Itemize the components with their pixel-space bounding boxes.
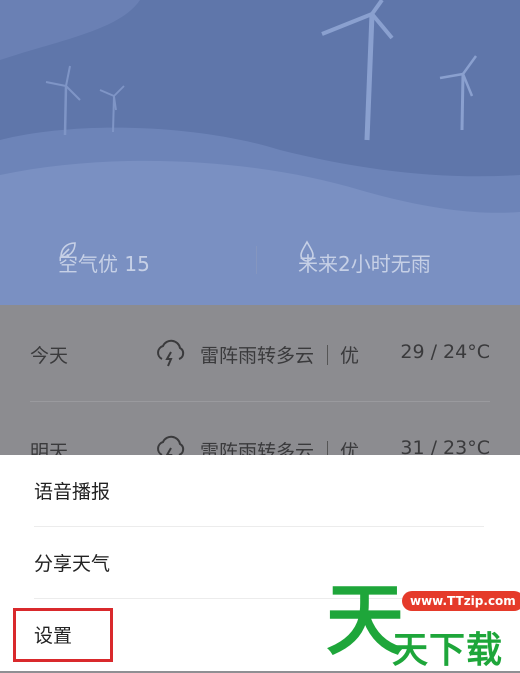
- forecast-day: 今天: [30, 345, 69, 367]
- raindrop-icon: [300, 240, 314, 262]
- forecast-row-today[interactable]: 今天 雷阵雨转多云 优 29 / 24°C: [30, 319, 490, 389]
- weather-hero: 空气优 15 未来2小时无雨: [0, 0, 520, 305]
- leaf-icon: [60, 242, 76, 258]
- settings-highlight-box: [13, 608, 113, 662]
- air-quality[interactable]: 空气优 15: [58, 240, 150, 284]
- menu-item-label: 语音播报: [34, 480, 111, 503]
- rain-forecast-label: 未来2小时无雨: [298, 251, 431, 276]
- condition-divider: [327, 345, 328, 365]
- watermark-url-badge: www.TTzip.com: [402, 591, 520, 611]
- site-watermark: 天 www.TTzip.com 天下载: [318, 575, 520, 671]
- menu-item-voice-broadcast[interactable]: 语音播报: [34, 455, 484, 525]
- forecast-condition: 雷阵雨转多云: [200, 345, 315, 367]
- forecast-temperature: 29 / 24°C: [400, 341, 490, 363]
- rain-forecast[interactable]: 未来2小时无雨: [298, 240, 431, 284]
- forecast-aqi: 优: [340, 345, 360, 367]
- row-divider: [30, 401, 490, 402]
- hero-divider: [256, 246, 257, 274]
- daily-forecast-list: 今天 雷阵雨转多云 优 29 / 24°C 明天 雷阵雨转多云 优 31 / 2…: [0, 305, 520, 465]
- watermark-text: 天下载: [392, 630, 504, 671]
- menu-item-label: 分享天气: [34, 552, 111, 575]
- thunderstorm-icon: [154, 337, 186, 372]
- hero-info-bar: 空气优 15 未来2小时无雨: [0, 240, 520, 284]
